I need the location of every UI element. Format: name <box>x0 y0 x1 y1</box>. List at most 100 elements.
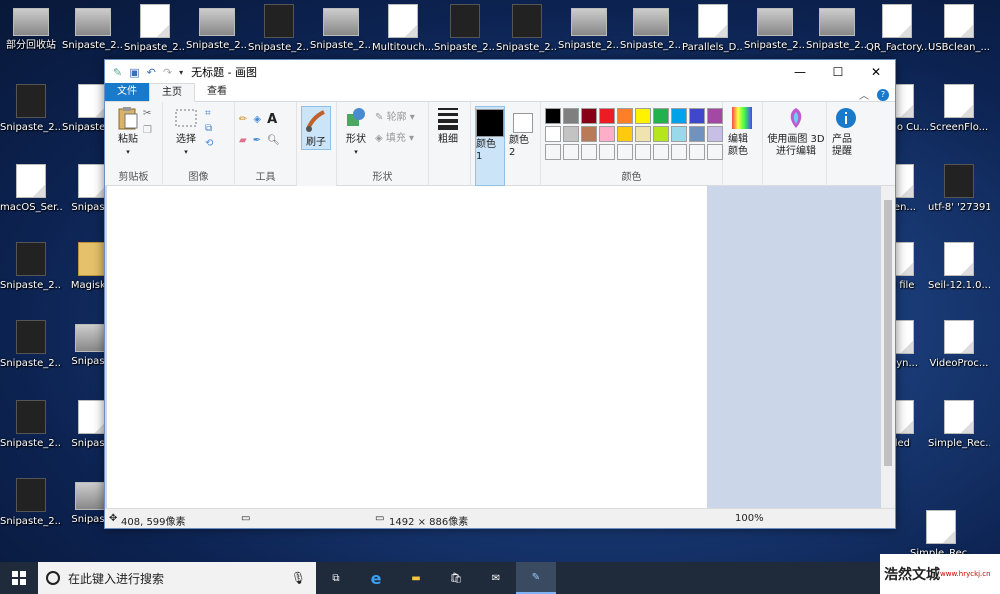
minimize-button[interactable]: — <box>781 60 819 84</box>
desktop-icon[interactable]: 部分回收站 <box>0 4 62 52</box>
desktop-icon[interactable]: Simple_Rec... <box>928 400 990 450</box>
palette-swatch[interactable] <box>671 108 687 124</box>
palette-swatch[interactable] <box>653 126 669 142</box>
palette-swatch[interactable] <box>545 126 561 142</box>
palette-swatch[interactable] <box>689 144 705 160</box>
tab-home[interactable]: 主页 <box>149 83 195 102</box>
fill-button[interactable]: ◈ 填充 ▾ <box>375 129 415 144</box>
palette-swatch[interactable] <box>635 144 651 160</box>
vertical-scrollbar[interactable] <box>881 186 895 510</box>
palette-swatch[interactable] <box>581 126 597 142</box>
desktop-icon[interactable]: Snipaste_2... <box>558 4 620 52</box>
palette-swatch[interactable] <box>545 108 561 124</box>
desktop-icon[interactable]: Snipaste_2... <box>62 4 124 52</box>
paint3d-button[interactable]: 使用画图 3D 进行编辑 <box>767 106 825 158</box>
shapes-button[interactable]: 形状 ▾ <box>341 106 371 158</box>
palette-swatch[interactable] <box>653 108 669 124</box>
collapse-ribbon-icon[interactable]: ︿ <box>859 87 869 102</box>
desktop-icon[interactable]: Snipaste_2... <box>0 84 62 134</box>
customize-qat-icon[interactable]: ▾ <box>179 68 183 77</box>
palette-swatch[interactable] <box>617 108 633 124</box>
size-button[interactable]: 粗细 <box>433 106 463 146</box>
desktop-icon[interactable]: Snipaste_2... <box>0 400 62 450</box>
palette-swatch[interactable] <box>689 108 705 124</box>
desktop-icon[interactable]: Snipaste_2... <box>806 4 868 52</box>
text-icon[interactable]: A <box>267 112 277 127</box>
desktop-icon[interactable]: Multitouch... <box>372 4 434 54</box>
palette-swatch[interactable] <box>671 144 687 160</box>
desktop-icon[interactable]: ScreenFlo... <box>928 84 990 134</box>
palette-swatch[interactable] <box>581 144 597 160</box>
desktop-icon[interactable]: Snipaste_2... <box>0 478 62 528</box>
desktop-icon[interactable]: Simple_Rec... <box>910 510 972 560</box>
desktop-icon[interactable]: Snipaste_2... <box>496 4 558 54</box>
magnifier-icon[interactable]: 🔍︎ <box>267 135 280 146</box>
desktop-icon[interactable]: Snipaste_2... <box>0 242 62 292</box>
palette-swatch[interactable] <box>617 126 633 142</box>
save-icon[interactable]: ▣ <box>129 66 139 79</box>
task-view-button[interactable]: ⧉ <box>316 562 356 594</box>
fill-icon[interactable]: ◈ <box>253 114 261 125</box>
mail-button[interactable]: ✉ <box>476 562 516 594</box>
close-button[interactable]: ✕ <box>857 60 895 84</box>
desktop-icon[interactable]: Snipaste_2... <box>0 320 62 370</box>
palette-swatch[interactable] <box>707 108 723 124</box>
color-picker-icon[interactable]: ✒ <box>253 135 261 146</box>
pencil-icon[interactable]: ✏ <box>239 114 247 125</box>
desktop-icon[interactable]: USBclean_... <box>928 4 990 54</box>
paste-button[interactable]: 粘贴 ▾ <box>113 106 143 158</box>
redo-icon[interactable]: ↷ <box>163 66 172 79</box>
palette-swatch[interactable] <box>635 126 651 142</box>
palette-swatch[interactable] <box>689 126 705 142</box>
scrollbar-thumb[interactable] <box>884 200 892 466</box>
desktop-icon[interactable]: Snipaste_2... <box>744 4 806 52</box>
edit-colors-button[interactable]: 编辑颜色 <box>727 106 757 158</box>
palette-swatch[interactable] <box>707 144 723 160</box>
palette-swatch[interactable] <box>581 108 597 124</box>
resize-icon[interactable]: ⧉ <box>205 123 213 134</box>
copy-icon[interactable]: ❐ <box>143 125 152 136</box>
palette-swatch[interactable] <box>599 126 615 142</box>
palette-swatch[interactable] <box>617 144 633 160</box>
tab-file[interactable]: 文件 <box>105 83 149 101</box>
maximize-button[interactable]: ☐ <box>819 60 857 84</box>
palette-swatch[interactable] <box>635 108 651 124</box>
desktop-icon[interactable]: Snipaste_2... <box>310 4 372 52</box>
file-explorer-button[interactable]: ▬ <box>396 562 436 594</box>
microphone-icon[interactable]: 🎙︎ <box>291 571 306 585</box>
desktop-icon[interactable]: Snipaste_2... <box>124 4 186 54</box>
start-button[interactable] <box>0 562 38 594</box>
desktop-icon[interactable]: VideoProc... <box>928 320 990 370</box>
taskbar-search[interactable]: 在此键入进行搜索 🎙︎ <box>38 562 316 594</box>
palette-swatch[interactable] <box>653 144 669 160</box>
palette-swatch[interactable] <box>563 144 579 160</box>
rotate-icon[interactable]: ⟲ <box>205 138 213 149</box>
product-alert-button[interactable]: 产品提醒 <box>831 106 861 158</box>
help-icon[interactable]: ? <box>877 88 889 101</box>
cut-icon[interactable]: ✂ <box>143 108 152 119</box>
title-bar[interactable]: ✎ ▣ ↶ ↷ ▾ 无标题 - 画图 — ☐ ✕ <box>105 60 895 84</box>
brushes-button[interactable]: 刷子 <box>301 106 331 150</box>
palette-swatch[interactable] <box>563 108 579 124</box>
palette-swatch[interactable] <box>599 108 615 124</box>
store-button[interactable]: 🛍︎ <box>436 562 476 594</box>
desktop-icon[interactable]: Snipaste_2... <box>620 4 682 52</box>
color2-button[interactable]: 颜色 2 <box>509 106 536 186</box>
desktop-icon[interactable]: Parallels_D... <box>682 4 744 54</box>
palette-swatch[interactable] <box>671 126 687 142</box>
crop-icon[interactable]: ⌗ <box>205 108 213 119</box>
palette-swatch[interactable] <box>545 144 561 160</box>
desktop-icon[interactable]: Snipaste_2... <box>434 4 496 54</box>
undo-icon[interactable]: ↶ <box>147 66 156 79</box>
drawing-canvas[interactable] <box>107 186 707 510</box>
desktop-icon[interactable]: Seil-12.1.0... <box>928 242 990 292</box>
desktop-icon[interactable]: Snipaste_2... <box>248 4 310 54</box>
palette-swatch[interactable] <box>707 126 723 142</box>
edge-button[interactable]: e <box>356 562 396 594</box>
palette-swatch[interactable] <box>599 144 615 160</box>
select-button[interactable]: 选择 ▾ <box>171 106 201 158</box>
color1-button[interactable]: 颜色 1 <box>475 106 505 186</box>
desktop-icon[interactable]: QR_Factory... <box>866 4 928 54</box>
desktop-icon[interactable]: macOS_Ser... <box>0 164 62 214</box>
paint-taskbar-button[interactable]: ✎ <box>516 562 556 594</box>
